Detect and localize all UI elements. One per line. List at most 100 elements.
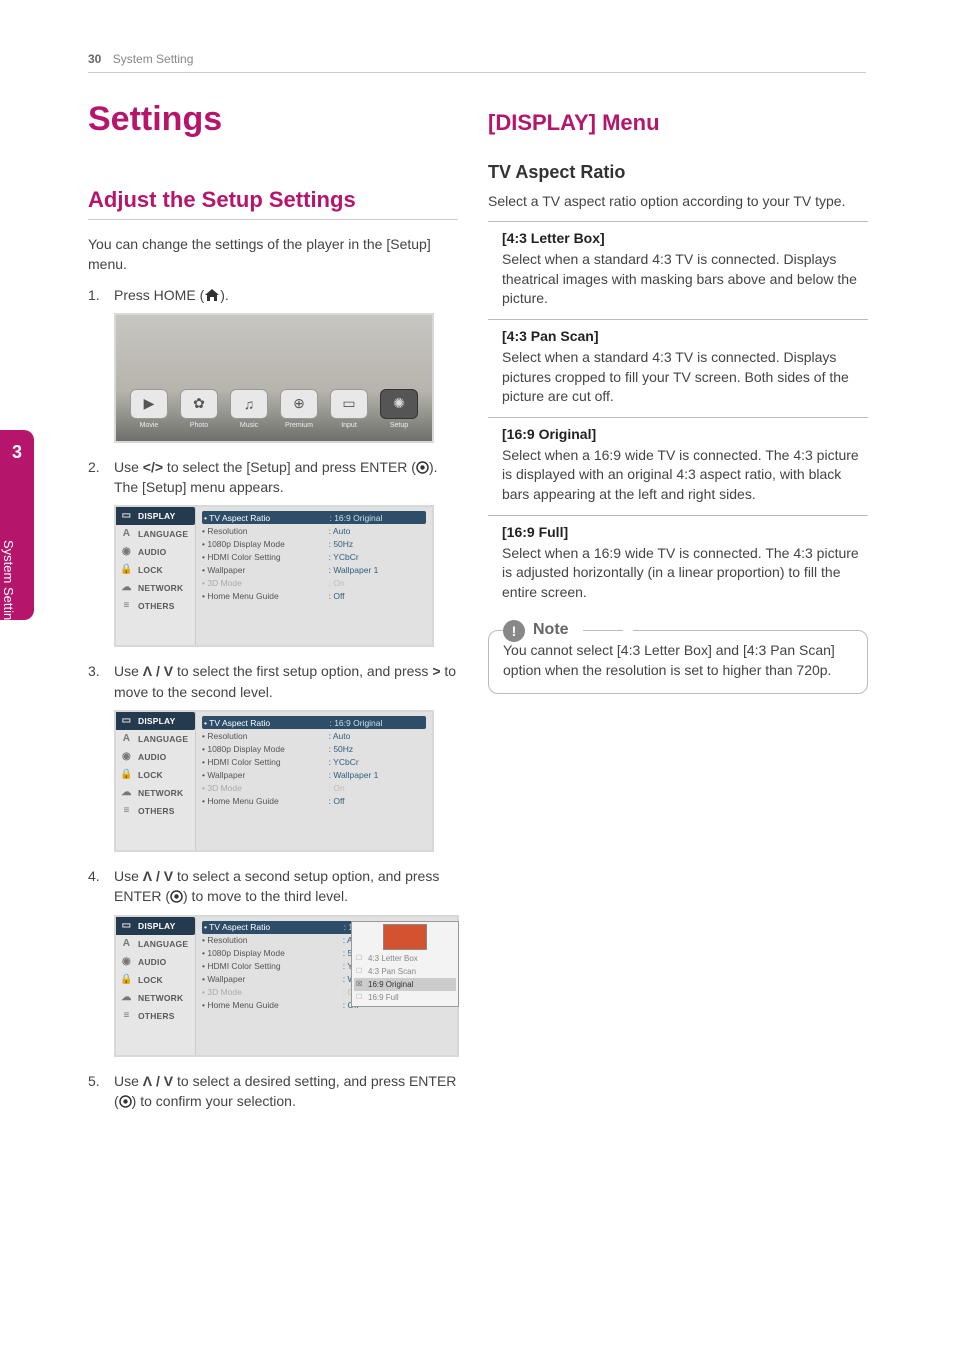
setup-row: • Home Menu Guide: Off (202, 794, 426, 807)
up-down-arrows-icon: Λ / V (143, 868, 173, 884)
page-header: 30 System Setting (88, 52, 866, 73)
steps-list: Press HOME (). (88, 285, 458, 305)
setup-row: • Wallpaper: Wallpaper 1 (202, 563, 426, 576)
setup-main-2: • TV Aspect Ratio: 16:9 Original • Resol… (196, 712, 432, 850)
setup-row: • Home Menu Guide: Off (202, 589, 426, 602)
others-icon: ≡ (120, 600, 133, 613)
page-number: 30 (88, 52, 101, 66)
sidebar-item-language: ALANGUAGE (116, 935, 195, 953)
sidebar-item-audio: ◉AUDIO (116, 953, 195, 971)
option-body: Select when a standard 4:3 TV is connect… (502, 250, 868, 309)
option-body: Select when a 16:9 wide TV is connected.… (502, 544, 868, 603)
chapter-label: System Setting (1, 540, 16, 627)
music-icon: ♫ (230, 389, 268, 419)
setup-main-3: • TV Aspect Ratio: 16:9 • Resolution: Au… (196, 917, 457, 1055)
sidebar-item-audio: ◉AUDIO (116, 543, 195, 561)
popup-option-selected: 16:9 Original (354, 978, 456, 991)
section-adjust: Adjust the Setup Settings (88, 187, 458, 220)
option-43-panscan: [4:3 Pan Scan] Select when a standard 4:… (488, 319, 868, 417)
sidebar-item-display: ▭DISPLAY (116, 917, 195, 935)
step-3: Use Λ / V to select the first setup opti… (88, 661, 458, 702)
setup-sidebar: ▭DISPLAY ALANGUAGE ◉AUDIO 🔒LOCK ☁NETWORK… (116, 507, 196, 645)
right-column: [DISPLAY] Menu TV Aspect Ratio Select a … (488, 100, 868, 694)
enter-icon (170, 890, 183, 903)
steps-list-2: Use </> to select the [Setup] and press … (88, 457, 458, 498)
sidebar-item-lock: 🔒LOCK (116, 766, 195, 784)
setup-row: • 1080p Display Mode: 50Hz (202, 537, 426, 550)
home-item-photo: ✿Photo (176, 389, 222, 429)
language-icon: A (120, 528, 133, 541)
display-menu-title: [DISPLAY] Menu (488, 110, 868, 136)
setup-row: • HDMI Color Setting: YCbCr (202, 755, 426, 768)
intro-text: You can change the settings of the playe… (88, 234, 458, 275)
header-section: System Setting (113, 52, 194, 66)
header-rule (88, 72, 866, 73)
setup-row: • Wallpaper: Wallpaper 1 (202, 768, 426, 781)
up-down-arrows-icon: Λ / V (143, 1073, 173, 1089)
steps-list-3: Use Λ / V to select the first setup opti… (88, 661, 458, 702)
home-item-movie: ▶Movie (126, 389, 172, 429)
premium-icon: ⊕ (280, 389, 318, 419)
steps-list-4: Use Λ / V to select a second setup optio… (88, 866, 458, 907)
aspect-ratio-popup: 4:3 Letter Box 4:3 Pan Scan 16:9 Origina… (351, 921, 459, 1007)
option-169-full: [16:9 Full] Select when a 16:9 wide TV i… (488, 515, 868, 613)
popup-thumbnail (383, 924, 427, 950)
step-4: Use Λ / V to select a second setup optio… (88, 866, 458, 907)
home-item-premium: ⊕Premium (276, 389, 322, 429)
network-icon: ☁ (120, 582, 133, 595)
figure-home-menu: ▶Movie ✿Photo ♫Music ⊕Premium ▭Input ✺Se… (114, 313, 434, 443)
setup-row: • 3D Mode: On (202, 781, 426, 794)
home-item-input: ▭Input (326, 389, 372, 429)
left-column: Settings Adjust the Setup Settings You c… (88, 100, 458, 1119)
option-title: [16:9 Full] (502, 524, 868, 540)
aspect-ratio-intro: Select a TV aspect ratio option accordin… (488, 191, 868, 211)
left-right-arrows-icon: </> (143, 459, 163, 475)
page-title: Settings (88, 100, 458, 139)
option-title: [4:3 Pan Scan] (502, 328, 868, 344)
sidebar-item-others: ≡OTHERS (116, 802, 195, 820)
option-body: Select when a 16:9 wide TV is connected.… (502, 446, 868, 505)
note-icon: ! (503, 620, 525, 642)
tv-aspect-ratio-heading: TV Aspect Ratio (488, 162, 868, 183)
setup-row: • Resolution: Auto (202, 729, 426, 742)
display-icon: ▭ (120, 510, 133, 523)
sidebar-item-display: ▭DISPLAY (116, 712, 195, 730)
option-body: Select when a standard 4:3 TV is connect… (502, 348, 868, 407)
popup-option: 16:9 Full (354, 991, 456, 1004)
steps-list-5: Use Λ / V to select a desired setting, a… (88, 1071, 458, 1112)
setup-sidebar: ▭DISPLAY ALANGUAGE ◉AUDIO 🔒LOCK ☁NETWORK… (116, 712, 196, 850)
up-down-arrows-icon: Λ / V (143, 663, 173, 679)
home-item-setup: ✺Setup (376, 389, 422, 429)
home-item-music: ♫Music (226, 389, 272, 429)
option-title: [4:3 Letter Box] (502, 230, 868, 246)
setup-row: • TV Aspect Ratio: 16:9 Original (202, 716, 426, 729)
setup-icon: ✺ (380, 389, 418, 419)
setup-sidebar: ▭DISPLAY ALANGUAGE ◉AUDIO 🔒LOCK ☁NETWORK… (116, 917, 196, 1055)
right-arrow-icon: > (432, 663, 440, 679)
popup-option: 4:3 Pan Scan (354, 965, 456, 978)
option-title: [16:9 Original] (502, 426, 868, 442)
note-label: Note (533, 619, 569, 641)
chapter-tab: 3 System Setting (0, 430, 34, 620)
sidebar-item-network: ☁NETWORK (116, 579, 195, 597)
step-2: Use </> to select the [Setup] and press … (88, 457, 458, 498)
sidebar-item-lock: 🔒LOCK (116, 971, 195, 989)
note-header: ! Note (503, 619, 633, 641)
sidebar-item-audio: ◉AUDIO (116, 748, 195, 766)
sidebar-item-lock: 🔒LOCK (116, 561, 195, 579)
sidebar-item-others: ≡OTHERS (116, 597, 195, 615)
audio-icon: ◉ (120, 546, 133, 559)
step-1: Press HOME (). (88, 285, 458, 305)
sidebar-item-display: ▭DISPLAY (116, 507, 195, 525)
option-43-letterbox: [4:3 Letter Box] Select when a standard … (488, 221, 868, 319)
setup-row: • HDMI Color Setting: YCbCr (202, 550, 426, 563)
home-icon (204, 288, 220, 302)
figure-setup-menu-1: ▭DISPLAY ALANGUAGE ◉AUDIO 🔒LOCK ☁NETWORK… (114, 505, 434, 647)
sidebar-item-network: ☁NETWORK (116, 784, 195, 802)
setup-main-1: • TV Aspect Ratio: 16:9 Original • Resol… (196, 507, 432, 645)
lock-icon: 🔒 (120, 564, 133, 577)
enter-icon (416, 461, 429, 474)
sidebar-item-language: ALANGUAGE (116, 730, 195, 748)
note-box: ! Note You cannot select [4:3 Letter Box… (488, 630, 868, 693)
chapter-number: 3 (0, 442, 34, 463)
